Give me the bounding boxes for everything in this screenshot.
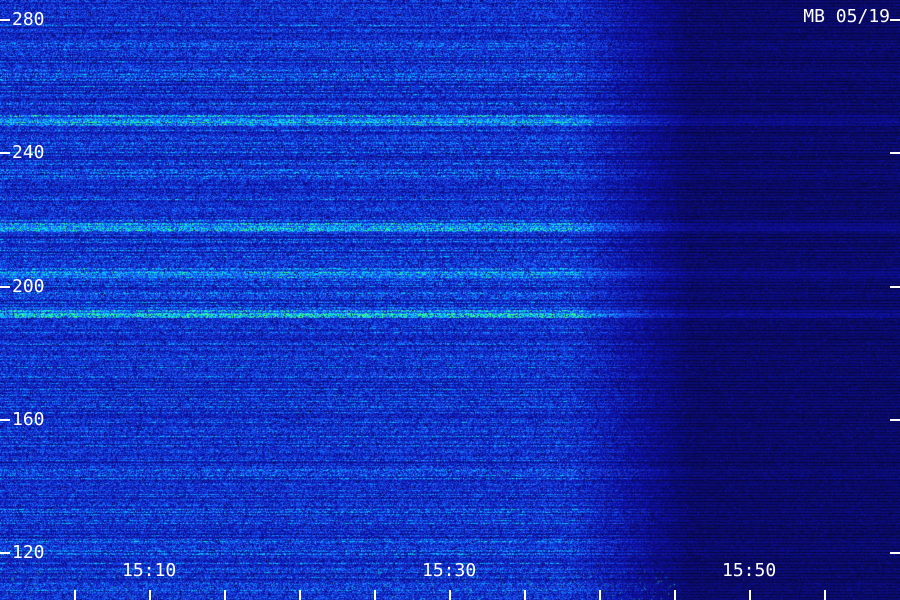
axis-overlay bbox=[0, 19, 900, 600]
y-tick-label: 240 bbox=[12, 142, 45, 163]
station-date-label: MB 05/19 bbox=[803, 6, 890, 27]
y-tick-label: 120 bbox=[12, 542, 45, 563]
x-tick-label: 15:30 bbox=[422, 560, 477, 581]
spectrogram-view: MB 05/19 120 160 200 240 280 15:10 15:30 15:50 bbox=[0, 0, 900, 600]
x-tick-label: 15:10 bbox=[122, 560, 177, 581]
y-tick-label: 200 bbox=[12, 276, 45, 297]
y-tick-label: 280 bbox=[12, 9, 45, 30]
y-tick-label: 160 bbox=[12, 409, 45, 430]
x-tick-label: 15:50 bbox=[722, 560, 777, 581]
